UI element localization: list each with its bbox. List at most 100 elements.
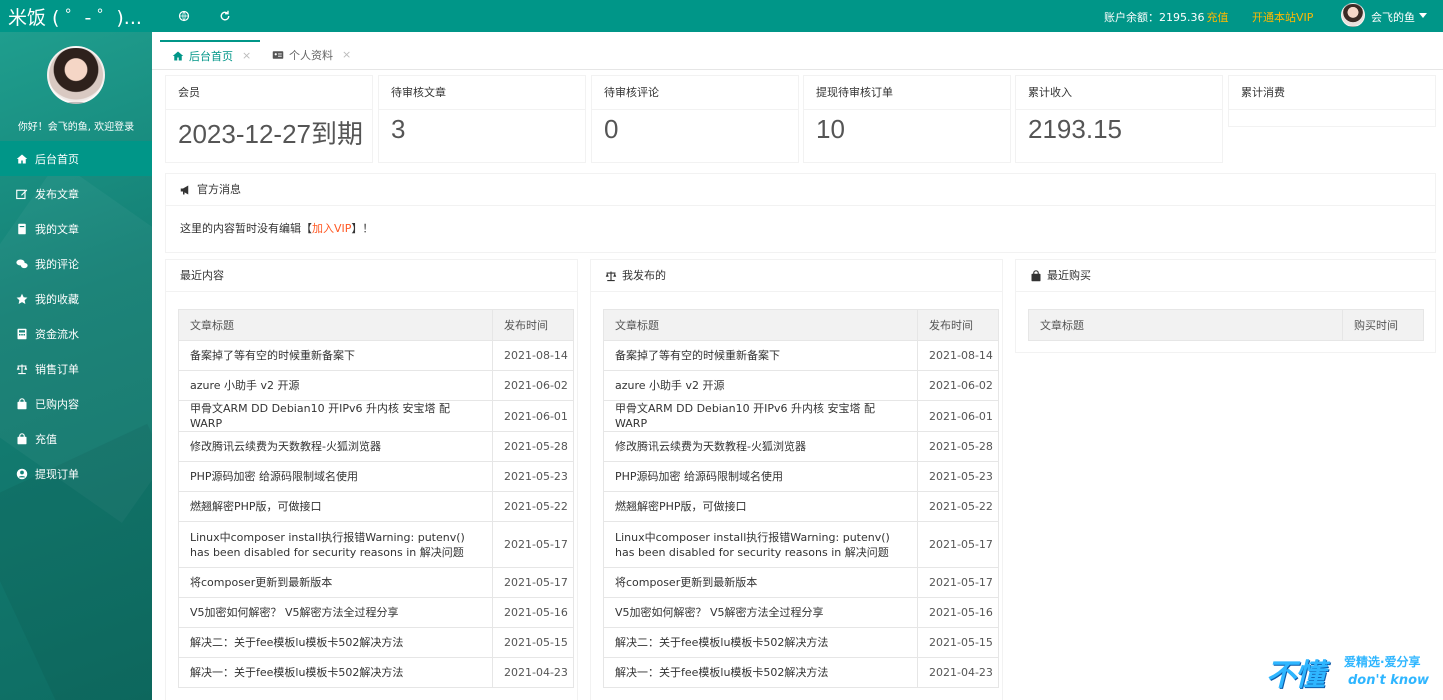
home-icon: [172, 50, 184, 62]
table-row[interactable]: 将composer更新到最新版本 2021-05-17: [178, 567, 574, 598]
article-title[interactable]: 解决二：关于fee模板lu模板卡502解决方法: [178, 627, 493, 658]
book-icon: [16, 223, 28, 235]
stat-card-total-spending: 累计消费: [1229, 76, 1435, 126]
table-row[interactable]: V5加密如何解密？ V5解密方法全过程分享 2021-05-16: [603, 597, 999, 628]
table-row[interactable]: 将composer更新到最新版本 2021-05-17: [603, 567, 999, 598]
article-title[interactable]: 燃翘解密PHP版，可做接口: [603, 491, 918, 522]
table-row[interactable]: 修改腾讯云续费为天数教程-火狐浏览器 2021-05-28: [178, 431, 574, 462]
panel-header: 最近内容: [166, 260, 577, 292]
table-row[interactable]: 解决二：关于fee模板lu模板卡502解决方法 2021-05-15: [178, 627, 574, 658]
table-row[interactable]: 解决一：关于fee模板lu模板卡502解决方法 2021-04-23: [603, 657, 999, 688]
article-date: 2021-05-23: [917, 461, 999, 492]
notice-body: 这里的内容暂时没有编辑【加入VIP】！: [166, 206, 1435, 250]
article-title[interactable]: 备案掉了等有空的时候重新备案下: [603, 340, 918, 371]
article-title[interactable]: 备案掉了等有空的时候重新备案下: [178, 340, 493, 371]
balance-text: 账户余额：2195.36: [1104, 11, 1205, 24]
stat-card-pending-articles: 待审核文章 3: [379, 76, 585, 162]
edit-icon: [16, 188, 28, 200]
join-vip-link[interactable]: 加入VIP: [312, 222, 351, 235]
welcome-text: 你好！会飞的鱼, 欢迎登录: [17, 122, 135, 133]
close-icon[interactable]: ×: [242, 49, 251, 62]
article-date: 2021-05-17: [917, 567, 999, 598]
article-title[interactable]: 解决一：关于fee模板lu模板卡502解决方法: [603, 657, 918, 688]
article-title[interactable]: 燃翘解密PHP版，可做接口: [178, 491, 493, 522]
stat-value: 3: [391, 114, 406, 144]
globe-icon[interactable]: [176, 8, 192, 24]
article-title[interactable]: 解决一：关于fee模板lu模板卡502解决方法: [178, 657, 493, 688]
table-header-row: 文章标题 发布时间: [178, 309, 574, 341]
close-icon[interactable]: ×: [342, 48, 351, 61]
sidebar-item-my-comments[interactable]: 我的评论: [0, 246, 152, 281]
watermark-main: 不懂: [1266, 658, 1325, 693]
sidebar-item-fund-flow[interactable]: 资金流水: [0, 316, 152, 351]
tab-profile[interactable]: 个人资料 ×: [260, 40, 360, 69]
id-card-icon: [272, 49, 284, 61]
article-title[interactable]: V5加密如何解密？ V5解密方法全过程分享: [178, 597, 493, 628]
sidebar-item-my-articles[interactable]: 我的文章: [0, 211, 152, 246]
article-title[interactable]: azure 小助手 v2 开源: [178, 370, 493, 401]
user-avatar[interactable]: [1341, 3, 1365, 27]
table-row[interactable]: azure 小助手 v2 开源 2021-06-02: [603, 370, 999, 401]
table-row[interactable]: 备案掉了等有空的时候重新备案下 2021-08-14: [178, 340, 574, 371]
sidebar-item-favorites[interactable]: 我的收藏: [0, 281, 152, 316]
table-row[interactable]: azure 小助手 v2 开源 2021-06-02: [178, 370, 574, 401]
sidebar-avatar: [47, 46, 105, 104]
sidebar-item-recharge[interactable]: 充值: [0, 421, 152, 456]
table-row[interactable]: 备案掉了等有空的时候重新备案下 2021-08-14: [603, 340, 999, 371]
article-date: 2021-05-28: [492, 431, 574, 462]
site-brand[interactable]: 米饭 ( ゜- ゜)...: [8, 3, 142, 30]
table-row[interactable]: 燃翘解密PHP版，可做接口 2021-05-22: [603, 491, 999, 522]
table-row[interactable]: 解决二：关于fee模板lu模板卡502解决方法 2021-05-15: [603, 627, 999, 658]
article-title[interactable]: 甲骨文ARM DD Debian10 开IPv6 升内核 安宝塔 配WARP: [603, 400, 918, 432]
table-row[interactable]: V5加密如何解密？ V5解密方法全过程分享 2021-05-16: [178, 597, 574, 628]
chevron-down-icon[interactable]: [1419, 13, 1427, 18]
table-row[interactable]: PHP源码加密 给源码限制域名使用 2021-05-23: [603, 461, 999, 492]
article-date: 2021-06-02: [492, 370, 574, 401]
sidebar-item-publish[interactable]: 发布文章: [0, 176, 152, 211]
article-date: 2021-05-22: [492, 491, 574, 522]
sidebar-item-purchased[interactable]: 已购内容: [0, 386, 152, 421]
article-title[interactable]: V5加密如何解密？ V5解密方法全过程分享: [603, 597, 918, 628]
table-row[interactable]: Linux中composer install执行报错Warning: puten…: [603, 521, 999, 568]
article-title[interactable]: 将composer更新到最新版本: [603, 567, 918, 598]
article-date: 2021-05-17: [492, 567, 574, 598]
panel-title: 官方消息: [197, 182, 241, 196]
sidebar-item-label: 后台首页: [35, 152, 79, 166]
recharge-link[interactable]: 充值: [1207, 11, 1229, 24]
sidebar-item-label: 我的评论: [35, 257, 79, 271]
recent-content-table: 文章标题 发布时间 备案掉了等有空的时候重新备案下 2021-08-14 azur…: [178, 309, 574, 688]
article-title[interactable]: 甲骨文ARM DD Debian10 开IPv6 升内核 安宝塔 配WARP: [178, 400, 493, 432]
table-row[interactable]: PHP源码加密 给源码限制域名使用 2021-05-23: [178, 461, 574, 492]
refresh-icon[interactable]: [217, 8, 233, 24]
stat-card-pending-comments: 待审核评论 0: [592, 76, 798, 162]
table-row[interactable]: Linux中composer install执行报错Warning: puten…: [178, 521, 574, 568]
column-header-title: 文章标题: [1028, 309, 1343, 341]
stat-card-total-income: 累计收入 2193.15: [1016, 76, 1222, 162]
table-row[interactable]: 甲骨文ARM DD Debian10 开IPv6 升内核 安宝塔 配WARP 20…: [178, 400, 574, 432]
article-title[interactable]: PHP源码加密 给源码限制域名使用: [178, 461, 493, 492]
sidebar-item-label: 我的文章: [35, 222, 79, 236]
table-row[interactable]: 甲骨文ARM DD Debian10 开IPv6 升内核 安宝塔 配WARP 20…: [603, 400, 999, 432]
user-name[interactable]: 会飞的鱼: [1371, 9, 1415, 25]
article-title[interactable]: 修改腾讯云续费为天数教程-火狐浏览器: [603, 431, 918, 462]
watermark-logo: 不懂 爱精选·爱分享 don't know: [1266, 650, 1436, 696]
article-title[interactable]: 修改腾讯云续费为天数教程-火狐浏览器: [178, 431, 493, 462]
sidebar-item-label: 销售订单: [35, 362, 79, 376]
article-title[interactable]: Linux中composer install执行报错Warning: puten…: [178, 521, 493, 568]
article-title[interactable]: azure 小助手 v2 开源: [603, 370, 918, 401]
table-row[interactable]: 燃翘解密PHP版，可做接口 2021-05-22: [178, 491, 574, 522]
sidebar-item-sales-orders[interactable]: 销售订单: [0, 351, 152, 386]
table-row[interactable]: 解决一：关于fee模板lu模板卡502解决方法 2021-04-23: [178, 657, 574, 688]
sidebar-item-label: 已购内容: [35, 397, 79, 411]
sidebar-item-dashboard[interactable]: 后台首页: [0, 141, 152, 176]
article-title[interactable]: PHP源码加密 给源码限制域名使用: [603, 461, 918, 492]
stat-label: 会员: [166, 76, 372, 110]
open-vip-link[interactable]: 开通本站VIP: [1252, 9, 1313, 25]
sidebar-item-withdraw-orders[interactable]: 提现订单: [0, 456, 152, 491]
article-date: 2021-05-22: [917, 491, 999, 522]
tab-dashboard[interactable]: 后台首页 ×: [160, 40, 260, 69]
article-title[interactable]: Linux中composer install执行报错Warning: puten…: [603, 521, 918, 568]
article-title[interactable]: 解决二：关于fee模板lu模板卡502解决方法: [603, 627, 918, 658]
article-title[interactable]: 将composer更新到最新版本: [178, 567, 493, 598]
table-row[interactable]: 修改腾讯云续费为天数教程-火狐浏览器 2021-05-28: [603, 431, 999, 462]
